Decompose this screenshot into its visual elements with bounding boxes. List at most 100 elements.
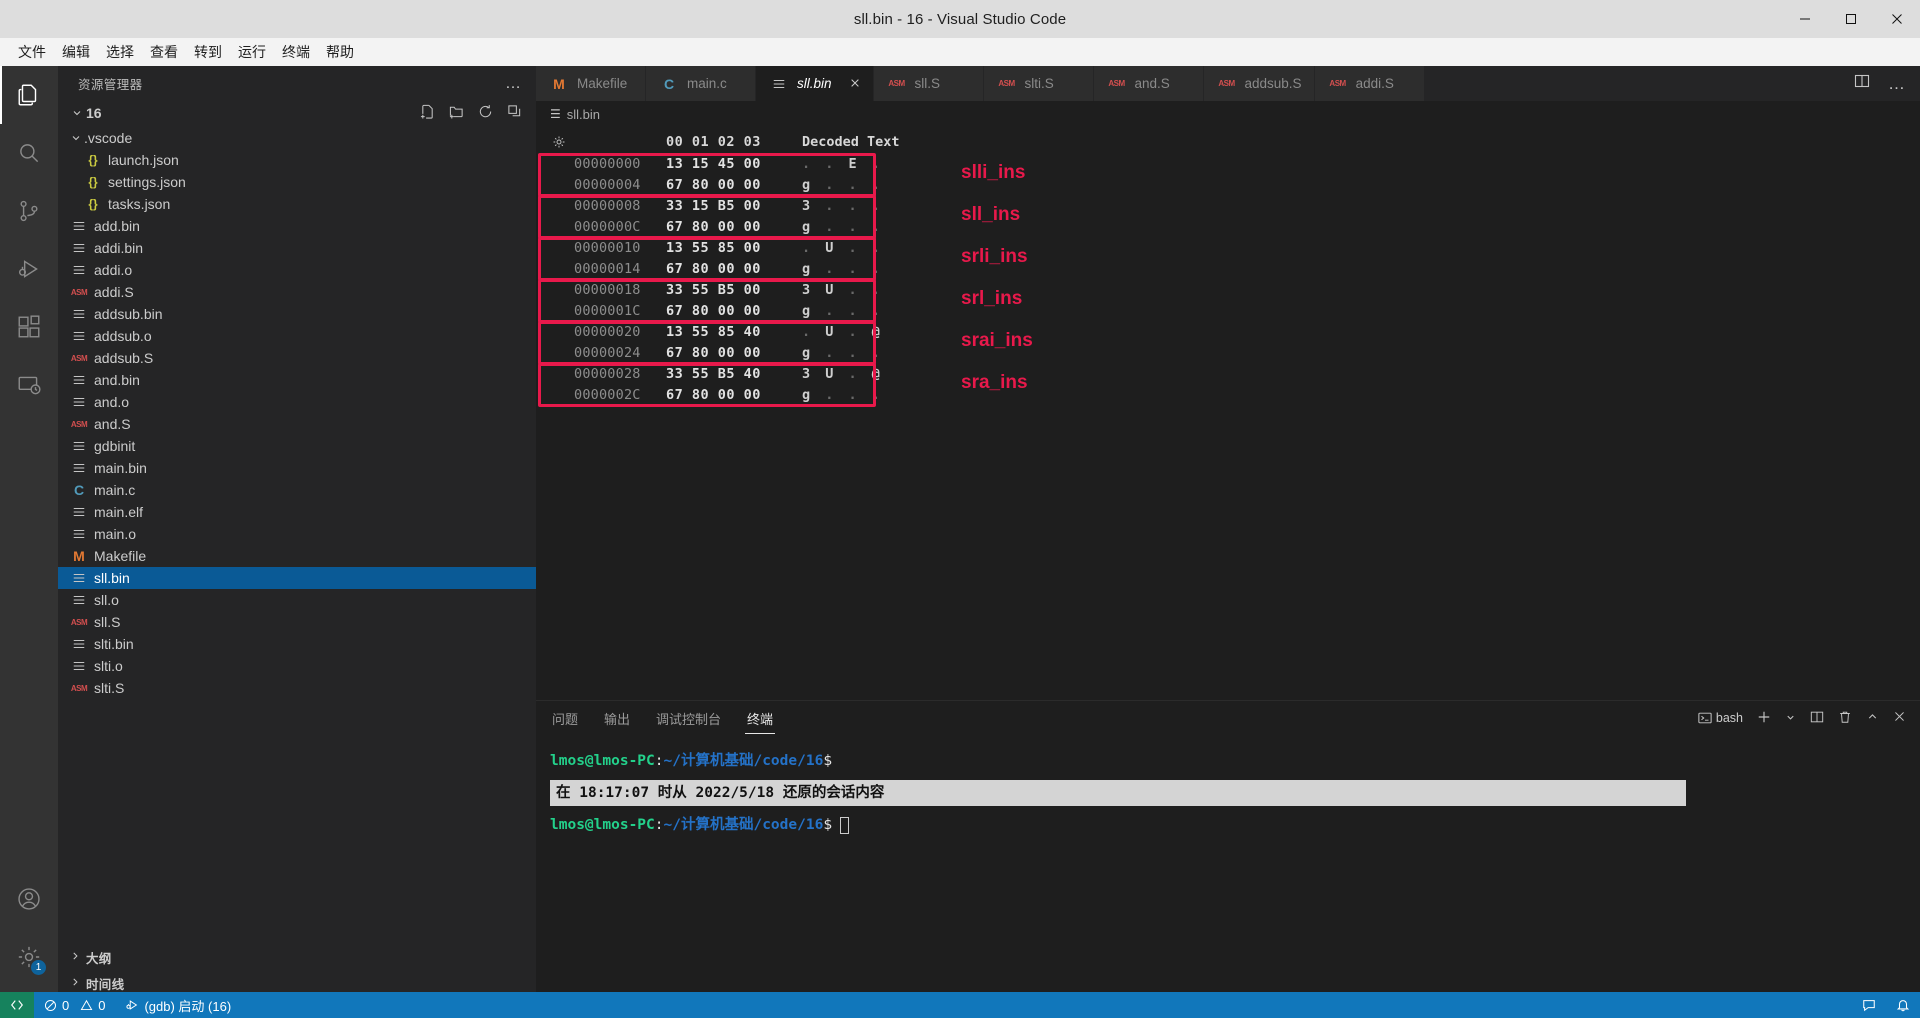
activity-run-debug-icon[interactable] — [0, 240, 58, 298]
chevron-up-icon[interactable] — [1866, 710, 1879, 726]
split-editor-icon[interactable] — [1854, 73, 1870, 94]
hex-row[interactable]: 0000000013 15 45 00. . E . — [544, 153, 1920, 174]
sidebar-more-actions-icon[interactable]: … — [505, 75, 522, 93]
tree-item-addi-o[interactable]: addi.o — [58, 259, 536, 281]
menu-view[interactable]: 查看 — [142, 39, 186, 65]
new-terminal-icon[interactable] — [1757, 710, 1771, 727]
tree-item-gdbinit[interactable]: gdbinit — [58, 435, 536, 457]
terminal-shell-selector[interactable]: bash — [1698, 711, 1743, 725]
status-feedback-icon[interactable] — [1852, 992, 1886, 1018]
tree-item-label: addsub.S — [94, 350, 153, 366]
hex-row[interactable]: 0000000C67 80 00 00g . . . — [544, 216, 1920, 237]
new-file-icon[interactable] — [420, 104, 435, 122]
status-problems[interactable]: 0 0 — [34, 992, 115, 1018]
activity-search-icon[interactable] — [0, 124, 58, 182]
hex-bytes: 67 80 00 00 — [666, 261, 784, 277]
editor-tab-and-S[interactable]: ASMand.S — [1094, 66, 1204, 101]
menu-edit[interactable]: 编辑 — [54, 39, 98, 65]
hex-row[interactable]: 0000000833 15 B5 003 . . . — [544, 195, 1920, 216]
hex-bytes: 67 80 00 00 — [666, 387, 784, 403]
activity-source-control-icon[interactable] — [0, 182, 58, 240]
terminal-content[interactable]: lmos@lmos-PC:~/计算机基础/code/16$ 在 18:17:07… — [536, 735, 1920, 841]
tree-item-and-S[interactable]: ASMand.S — [58, 413, 536, 435]
activity-extensions-icon[interactable] — [0, 298, 58, 356]
panel-tab-output[interactable]: 输出 — [602, 703, 632, 734]
menu-terminal[interactable]: 终端 — [274, 39, 318, 65]
editor-tab-close-icon[interactable] — [849, 76, 861, 92]
activity-remote-explorer-icon[interactable] — [0, 356, 58, 414]
tree-item-and-o[interactable]: and.o — [58, 391, 536, 413]
editor-tab-addi-S[interactable]: ASMaddi.S — [1315, 66, 1425, 101]
editor-tab-sll-bin[interactable]: sll.bin — [756, 66, 874, 101]
tree-item-addsub-o[interactable]: addsub.o — [58, 325, 536, 347]
hex-row[interactable]: 0000002467 80 00 00g . . . — [544, 342, 1920, 363]
tree-item-addi-S[interactable]: ASMaddi.S — [58, 281, 536, 303]
tree-item-slti-S[interactable]: ASMslti.S — [58, 677, 536, 699]
refresh-icon[interactable] — [478, 104, 493, 122]
tree-item-settings-json[interactable]: {}settings.json — [58, 171, 536, 193]
panel-tab-problems[interactable]: 问题 — [550, 703, 580, 734]
tree-item-and-bin[interactable]: and.bin — [58, 369, 536, 391]
status-warning-count: 0 — [98, 998, 105, 1013]
asm-file-icon: ASM — [886, 79, 908, 88]
menu-file[interactable]: 文件 — [10, 39, 54, 65]
minimize-icon[interactable] — [1782, 0, 1828, 38]
activity-settings-gear-icon[interactable]: 1 — [0, 928, 58, 986]
asm-file-icon: ASM — [68, 684, 90, 693]
split-terminal-icon[interactable] — [1810, 710, 1824, 727]
close-panel-icon[interactable] — [1893, 710, 1906, 726]
tree-item-sll-bin[interactable]: sll.bin — [58, 567, 536, 589]
editor-tab-sll-S[interactable]: ASMsll.S — [874, 66, 984, 101]
hex-row[interactable]: 0000002C67 80 00 00g . . . — [544, 384, 1920, 405]
tree-item-Makefile[interactable]: MMakefile — [58, 545, 536, 567]
menu-go[interactable]: 转到 — [186, 39, 230, 65]
close-icon[interactable] — [1874, 0, 1920, 38]
editor-tab-slti-S[interactable]: ASMslti.S — [984, 66, 1094, 101]
activity-accounts-icon[interactable] — [0, 870, 58, 928]
tree-item-slti-bin[interactable]: slti.bin — [58, 633, 536, 655]
kill-terminal-icon[interactable] — [1838, 710, 1852, 727]
menu-selection[interactable]: 选择 — [98, 39, 142, 65]
tree-item-sll-o[interactable]: sll.o — [58, 589, 536, 611]
hex-row[interactable]: 0000002013 55 85 40. U . @ — [544, 321, 1920, 342]
more-actions-icon[interactable]: … — [1888, 79, 1906, 89]
gear-icon[interactable] — [544, 135, 574, 149]
hex-row[interactable]: 0000000467 80 00 00g . . . — [544, 174, 1920, 195]
tree-item-main-o[interactable]: main.o — [58, 523, 536, 545]
panel-tab-debug-console[interactable]: 调试控制台 — [654, 703, 723, 734]
editor-tab-Makefile[interactable]: MMakefile — [536, 66, 646, 101]
menu-help[interactable]: 帮助 — [318, 39, 362, 65]
tree-item-main-elf[interactable]: main.elf — [58, 501, 536, 523]
hex-row[interactable]: 0000002833 55 B5 403 U . @ — [544, 363, 1920, 384]
tree-item--vscode[interactable]: .vscode — [58, 127, 536, 149]
hex-row[interactable]: 0000001467 80 00 00g . . . — [544, 258, 1920, 279]
tree-item-sll-S[interactable]: ASMsll.S — [58, 611, 536, 633]
activity-explorer-icon[interactable] — [0, 66, 58, 124]
sidebar-outline-section[interactable]: 大纲 — [58, 944, 536, 970]
tree-item-addsub-bin[interactable]: addsub.bin — [58, 303, 536, 325]
menu-run[interactable]: 运行 — [230, 39, 274, 65]
workspace-root-row[interactable]: 16 — [58, 101, 536, 125]
hex-row[interactable]: 0000001833 55 B5 003 U . . — [544, 279, 1920, 300]
annotation-label: sll_ins — [961, 204, 1020, 226]
tree-item-addi-bin[interactable]: addi.bin — [58, 237, 536, 259]
editor-tab-addsub-S[interactable]: ASMaddsub.S — [1204, 66, 1315, 101]
hex-row[interactable]: 0000001013 55 85 00. U . . — [544, 237, 1920, 258]
tree-item-tasks-json[interactable]: {}tasks.json — [58, 193, 536, 215]
tree-item-addsub-S[interactable]: ASMaddsub.S — [58, 347, 536, 369]
maximize-icon[interactable] — [1828, 0, 1874, 38]
panel-tab-terminal[interactable]: 终端 — [745, 703, 775, 734]
status-remote-host[interactable] — [0, 992, 34, 1018]
tree-item-main-bin[interactable]: main.bin — [58, 457, 536, 479]
editor-tab-main-c[interactable]: Cmain.c — [646, 66, 756, 101]
tree-item-slti-o[interactable]: slti.o — [58, 655, 536, 677]
tree-item-main-c[interactable]: Cmain.c — [58, 479, 536, 501]
collapse-all-icon[interactable] — [507, 104, 522, 122]
status-bell-icon[interactable] — [1886, 992, 1920, 1018]
tree-item-launch-json[interactable]: {}launch.json — [58, 149, 536, 171]
new-folder-icon[interactable] — [449, 104, 464, 122]
hex-row[interactable]: 0000001C67 80 00 00g . . . — [544, 300, 1920, 321]
chevron-down-icon[interactable] — [1785, 711, 1796, 726]
status-debug-launch[interactable]: (gdb) 启动 (16) — [115, 992, 241, 1018]
tree-item-add-bin[interactable]: add.bin — [58, 215, 536, 237]
